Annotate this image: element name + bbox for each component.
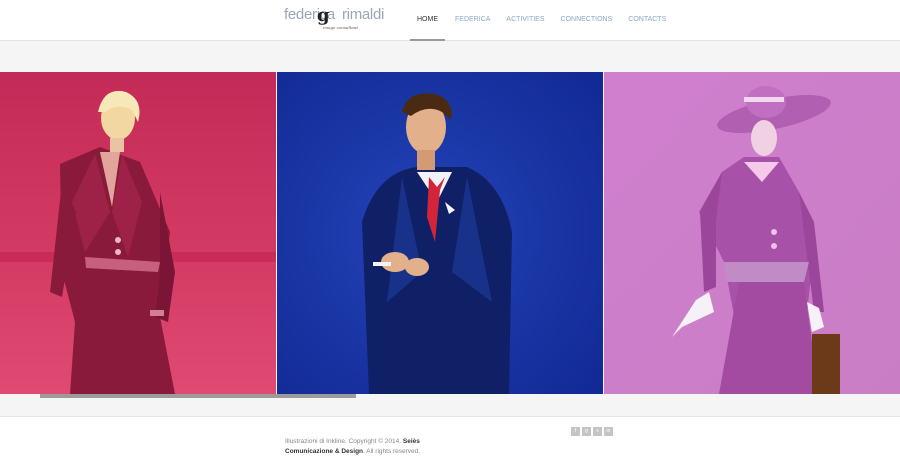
social-links: f g s in [571,427,613,436]
gallery-slide-pink-woman[interactable] [604,72,900,394]
nav-item-connections[interactable]: CONNECTIONS [561,0,613,41]
logo-monogram: g [317,5,330,26]
linkedin-icon[interactable]: in [604,427,613,436]
footer-credits: Illustrazioni di Inkline. Copyright © 20… [285,437,435,457]
nav-item-contacts[interactable]: CONTACTS [628,0,666,41]
footer-copyright-text: Illustrazioni di Inkline. Copyright © 20… [285,438,402,445]
site-logo[interactable]: federica rimaldi g image consultant [284,5,384,32]
site-footer: Illustrazioni di Inkline. Copyright © 20… [0,416,900,464]
facebook-icon[interactable]: f [571,427,580,436]
nav-item-federica[interactable]: FEDERICA [455,0,490,41]
image-gallery[interactable] [0,72,900,394]
site-header: federica rimaldi g image consultant HOME … [0,0,900,41]
gallery-scrollbar[interactable] [40,394,860,399]
logo-wordmark: federica rimaldi [284,6,385,23]
footer-rights-text: . All rights reserved. [363,448,421,455]
nav-item-home[interactable]: HOME [410,0,445,41]
gallery-scrollbar-thumb[interactable] [40,394,356,398]
gallery-slide-blue-man[interactable] [277,72,603,394]
google-plus-icon[interactable]: g [582,427,591,436]
logo-tagline: image consultant [323,25,358,30]
main-nav: HOME FEDERICA ACTIVITIES CONNECTIONS CON… [408,0,666,41]
skype-icon[interactable]: s [593,427,602,436]
gallery-slide-red-woman[interactable] [0,72,276,394]
nav-item-activities[interactable]: ACTIVITIES [506,0,544,41]
